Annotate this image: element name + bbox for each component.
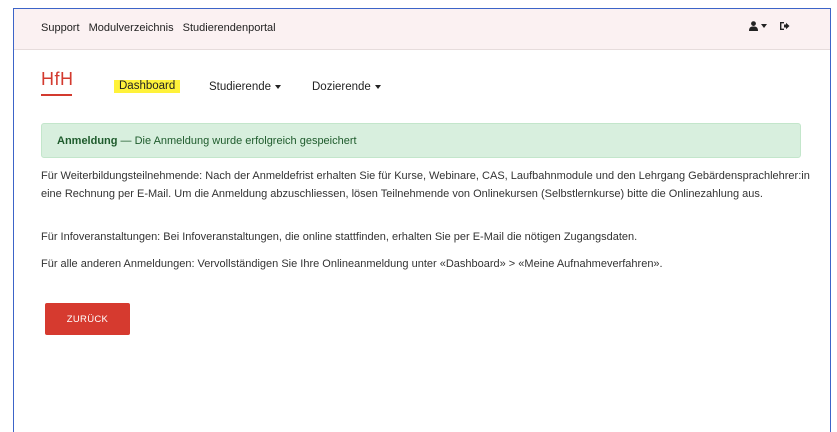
- browser-frame: Support Modulverzeichnis Studierendenpor…: [13, 8, 831, 432]
- alert-message: — Die Anmeldung wurde erfolgreich gespei…: [117, 135, 357, 147]
- chevron-down-icon: [761, 24, 767, 28]
- main-nav: HfH Dashboard Studierende Dozierende: [14, 49, 830, 105]
- nav-item-dozierende[interactable]: Dozierende: [312, 81, 381, 93]
- info-paragraph-weiterbildung: Für Weiterbildungsteilnehmende: Nach der…: [41, 170, 810, 200]
- success-alert: Anmeldung — Die Anmeldung wurde erfolgre…: [41, 123, 801, 158]
- top-icons: [749, 21, 790, 31]
- alert-title: Anmeldung: [57, 135, 118, 147]
- logo-underline: [41, 94, 72, 96]
- logout-icon[interactable]: [779, 21, 790, 31]
- nav-item-label: Dashboard: [119, 80, 176, 92]
- chevron-down-icon: [275, 85, 282, 89]
- info-paragraph-andere: Für alle anderen Anmeldungen: Vervollstä…: [41, 258, 663, 270]
- support-link[interactable]: Support: [41, 22, 80, 34]
- nav-item-label: Dozierende: [312, 81, 371, 93]
- back-button[interactable]: ZURÜCK: [45, 303, 130, 335]
- modulverzeichnis-link[interactable]: Modulverzeichnis: [89, 22, 174, 34]
- nav-item-dashboard[interactable]: Dashboard: [114, 80, 181, 93]
- top-bar: Support Modulverzeichnis Studierendenpor…: [14, 9, 830, 50]
- info-paragraph-infoveranstaltungen: Für Infoveranstaltungen: Bei Infoveranst…: [41, 231, 638, 243]
- hfh-logo[interactable]: HfH: [41, 69, 74, 90]
- chevron-down-icon: [374, 85, 381, 89]
- nav-item-studierende[interactable]: Studierende: [209, 81, 282, 93]
- user-icon: [749, 21, 758, 31]
- user-menu[interactable]: [749, 21, 767, 31]
- nav-item-label: Studierende: [209, 81, 272, 93]
- top-links: Support Modulverzeichnis Studierendenpor…: [41, 22, 282, 34]
- studierendenportal-link[interactable]: Studierendenportal: [183, 22, 276, 34]
